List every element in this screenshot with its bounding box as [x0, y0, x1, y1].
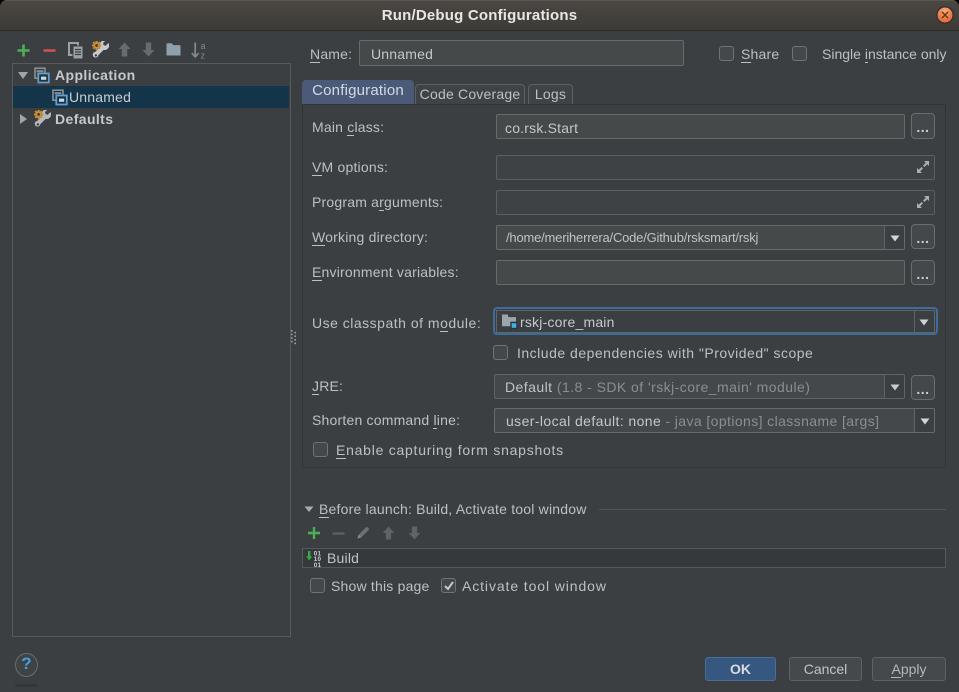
svg-text:a: a: [201, 41, 206, 51]
svg-text:01: 01: [314, 562, 322, 567]
svg-text:z: z: [201, 51, 206, 60]
